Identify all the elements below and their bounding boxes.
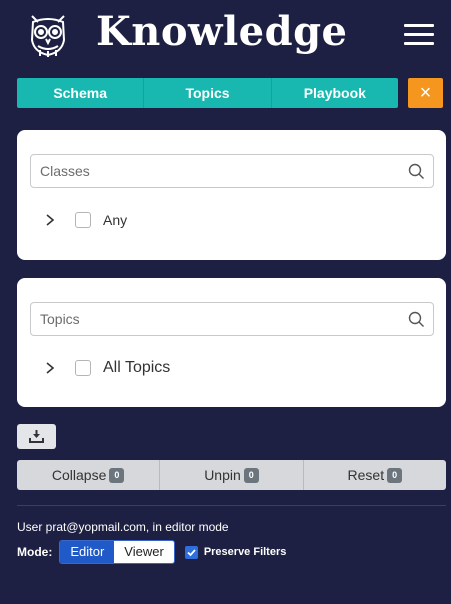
tab-bar: Schema Topics Playbook — [17, 78, 398, 108]
classes-search-input[interactable] — [40, 155, 390, 187]
app-header: Knowledge — [0, 0, 451, 75]
topics-search-input[interactable] — [40, 303, 390, 335]
viewer-mode-button[interactable]: Viewer — [114, 541, 174, 563]
user-status-text: User prat@yopmail.com, in editor mode — [17, 520, 229, 534]
chevron-right-icon[interactable] — [43, 361, 57, 375]
close-icon: × — [419, 82, 432, 104]
reset-button[interactable]: Reset 0 — [304, 460, 446, 490]
tree-item-label: Any — [103, 212, 128, 228]
tree-item-any: Any — [43, 208, 127, 232]
unpin-button[interactable]: Unpin 0 — [160, 460, 304, 490]
download-icon — [29, 430, 44, 443]
mode-label: Mode: — [17, 545, 53, 559]
tab-schema[interactable]: Schema — [17, 78, 145, 108]
preserve-filters-label: Preserve Filters — [203, 546, 287, 558]
close-button[interactable]: × — [408, 78, 443, 108]
classes-search-box — [30, 154, 434, 188]
reset-count-badge: 0 — [387, 467, 403, 483]
tab-topics[interactable]: Topics — [144, 78, 272, 108]
owl-logo-icon — [30, 15, 66, 57]
action-bar: Collapse 0 Unpin 0 Reset 0 — [17, 460, 446, 490]
download-button[interactable] — [17, 424, 56, 449]
preserve-filters-checkbox[interactable] — [184, 545, 198, 559]
unpin-label: Unpin — [204, 467, 241, 483]
collapse-label: Collapse — [51, 467, 107, 483]
mode-row: Mode: Editor Viewer Preserve Filters — [17, 540, 286, 564]
topics-panel: All Topics — [17, 278, 446, 407]
any-checkbox[interactable] — [75, 212, 91, 228]
topics-search-box — [30, 302, 434, 336]
search-icon[interactable] — [408, 163, 425, 180]
classes-panel: Any — [17, 130, 446, 260]
tree-item-all-topics: All Topics — [43, 356, 170, 380]
unpin-count-badge: 0 — [243, 467, 259, 483]
hamburger-menu-icon[interactable] — [404, 24, 434, 46]
tab-playbook[interactable]: Playbook — [272, 78, 398, 108]
mode-toggle-group: Editor Viewer — [59, 540, 175, 564]
footer-divider — [17, 505, 446, 506]
check-icon — [187, 548, 196, 556]
chevron-right-icon[interactable] — [43, 213, 57, 227]
all-topics-checkbox[interactable] — [75, 360, 91, 376]
editor-mode-button[interactable]: Editor — [60, 541, 115, 563]
collapse-button[interactable]: Collapse 0 — [17, 460, 161, 490]
app-title: Knowledge — [96, 8, 348, 55]
search-icon[interactable] — [408, 311, 425, 328]
reset-label: Reset — [347, 467, 385, 483]
tree-item-label: All Topics — [103, 359, 171, 376]
collapse-count-badge: 0 — [109, 467, 125, 483]
